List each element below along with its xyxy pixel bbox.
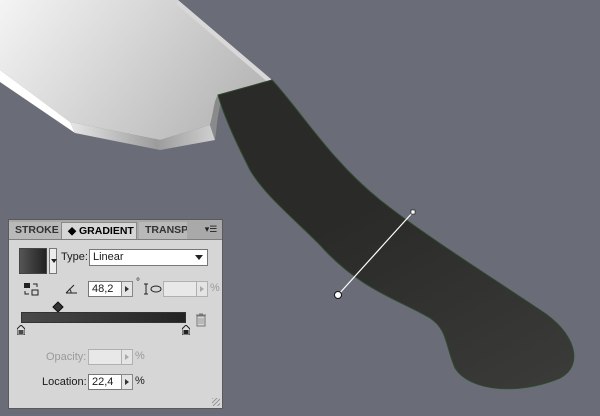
reverse-gradient-icon[interactable] xyxy=(23,281,39,297)
gradient-stop-right[interactable] xyxy=(182,325,190,335)
angle-icon xyxy=(65,284,77,294)
tab-transparency[interactable]: TRANSPA xyxy=(139,222,187,239)
type-label: Type: xyxy=(61,251,88,263)
opacity-label: Opacity: xyxy=(46,351,87,363)
gradient-fill-swatch[interactable] xyxy=(19,248,47,274)
aspect-ratio-icon xyxy=(144,283,162,295)
location-field[interactable]: 22,4 xyxy=(88,374,122,390)
panel-menu-icon[interactable]: ▾☰ xyxy=(204,224,218,235)
degree-symbol: ° xyxy=(136,277,140,288)
opacity-stepper[interactable] xyxy=(121,349,133,365)
tab-stroke[interactable]: STROKE xyxy=(9,222,61,239)
chevron-down-icon xyxy=(195,255,203,260)
knife-handle[interactable] xyxy=(217,79,575,390)
gradient-slider-bar[interactable] xyxy=(21,312,186,323)
location-label: Location: xyxy=(42,376,87,388)
gradient-midpoint-diamond[interactable] xyxy=(52,301,64,313)
tab-gradient-icon: ◆ xyxy=(68,225,77,237)
aspect-ratio-field[interactable] xyxy=(163,281,197,297)
aspect-unit: % xyxy=(210,282,220,294)
trash-icon[interactable] xyxy=(195,313,207,327)
opacity-field[interactable] xyxy=(88,349,122,365)
panel-tab-bar: STROKE ◆ GRADIENT TRANSPA ▾☰ xyxy=(9,220,222,240)
location-unit: % xyxy=(135,375,145,387)
opacity-unit: % xyxy=(135,350,145,362)
tab-gradient[interactable]: ◆ GRADIENT xyxy=(61,222,137,239)
gradient-stop-left[interactable] xyxy=(17,325,25,335)
type-select-value: Linear xyxy=(93,251,124,263)
location-stepper[interactable] xyxy=(121,374,133,390)
type-select[interactable]: Linear xyxy=(89,249,208,266)
aspect-ratio-stepper[interactable] xyxy=(196,281,208,297)
tab-gradient-label: GRADIENT xyxy=(79,225,134,237)
resize-grip-icon[interactable] xyxy=(212,398,220,406)
angle-stepper[interactable] xyxy=(121,281,133,297)
swatch-dropdown-arrow[interactable] xyxy=(49,248,57,274)
angle-field[interactable]: 48,2 xyxy=(88,281,122,297)
gradient-panel: STROKE ◆ GRADIENT TRANSPA ▾☰ Type: Linea… xyxy=(8,219,223,409)
